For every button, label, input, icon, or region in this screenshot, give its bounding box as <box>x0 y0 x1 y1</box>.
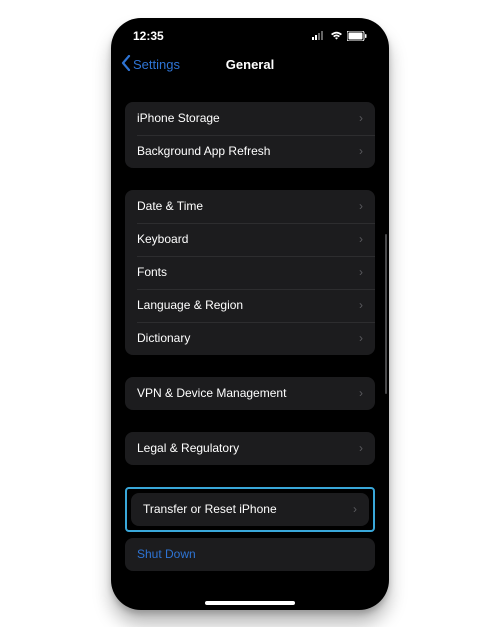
row-date-time[interactable]: Date & Time › <box>125 190 375 223</box>
chevron-right-icon: › <box>359 232 363 246</box>
row-language-region[interactable]: Language & Region › <box>125 289 375 322</box>
chevron-right-icon: › <box>359 298 363 312</box>
scroll-area[interactable]: iPhone Storage › Background App Refresh … <box>111 84 389 600</box>
chevron-right-icon: › <box>359 111 363 125</box>
row-label: Background App Refresh <box>137 144 270 158</box>
row-label: Transfer or Reset iPhone <box>143 502 277 516</box>
back-button[interactable]: Settings <box>121 55 180 74</box>
row-label: Keyboard <box>137 232 188 246</box>
status-time: 12:35 <box>133 29 164 43</box>
chevron-right-icon: › <box>359 386 363 400</box>
row-legal-regulatory[interactable]: Legal & Regulatory › <box>125 432 375 465</box>
chevron-left-icon <box>121 55 131 74</box>
signal-icon <box>312 31 326 40</box>
nav-bar: Settings General <box>111 46 389 84</box>
row-label: Date & Time <box>137 199 203 213</box>
status-bar: 12:35 <box>111 18 389 46</box>
chevron-right-icon: › <box>359 199 363 213</box>
row-fonts[interactable]: Fonts › <box>125 256 375 289</box>
row-transfer-reset[interactable]: Transfer or Reset iPhone › <box>131 493 369 526</box>
chevron-right-icon: › <box>359 265 363 279</box>
section-vpn: VPN & Device Management › <box>125 377 375 410</box>
row-vpn-device-management[interactable]: VPN & Device Management › <box>125 377 375 410</box>
row-keyboard[interactable]: Keyboard › <box>125 223 375 256</box>
row-label: Shut Down <box>137 547 196 561</box>
row-label: Legal & Regulatory <box>137 441 239 455</box>
row-label: Dictionary <box>137 331 190 345</box>
row-iphone-storage[interactable]: iPhone Storage › <box>125 102 375 135</box>
row-background-app-refresh[interactable]: Background App Refresh › <box>125 135 375 168</box>
section-legal: Legal & Regulatory › <box>125 432 375 465</box>
battery-icon <box>347 31 367 41</box>
row-shut-down[interactable]: Shut Down <box>125 538 375 571</box>
chevron-right-icon: › <box>359 331 363 345</box>
home-indicator[interactable] <box>205 601 295 605</box>
section-input: Date & Time › Keyboard › Fonts › Languag… <box>125 190 375 355</box>
highlight-annotation: Transfer or Reset iPhone › <box>125 487 375 532</box>
section-storage: iPhone Storage › Background App Refresh … <box>125 102 375 168</box>
row-dictionary[interactable]: Dictionary › <box>125 322 375 355</box>
section-reset: Transfer or Reset iPhone › <box>131 493 369 526</box>
phone-frame: 12:35 Settings General iPhone Storage <box>111 18 389 610</box>
row-label: Language & Region <box>137 298 243 312</box>
wifi-icon <box>330 31 343 40</box>
chevron-right-icon: › <box>359 441 363 455</box>
chevron-right-icon: › <box>359 144 363 158</box>
row-label: Fonts <box>137 265 167 279</box>
chevron-right-icon: › <box>353 502 357 516</box>
status-right <box>312 31 367 41</box>
back-label: Settings <box>133 57 180 72</box>
row-label: iPhone Storage <box>137 111 220 125</box>
section-shutdown: Shut Down <box>125 538 375 571</box>
row-label: VPN & Device Management <box>137 386 286 400</box>
scroll-indicator <box>385 234 387 394</box>
